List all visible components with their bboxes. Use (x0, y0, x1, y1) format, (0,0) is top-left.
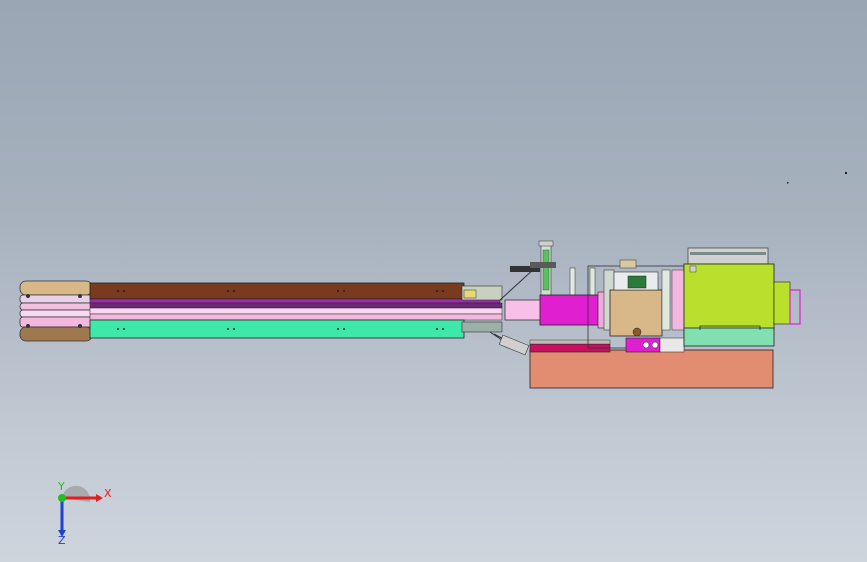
graphics-viewport[interactable]: X Y Z (0, 0, 867, 562)
motor-housing[interactable] (683, 247, 801, 347)
z-axis-label: Z (58, 534, 66, 546)
stray-point (845, 172, 847, 174)
long-rail-assembly[interactable] (89, 282, 503, 339)
y-axis-dot (58, 494, 66, 502)
cad-assembly-model[interactable] (0, 0, 867, 562)
coordinate-triad: X Y Z (48, 480, 118, 547)
y-axis-label: Y (57, 482, 65, 493)
base-plate[interactable] (529, 349, 774, 389)
left-end-cap[interactable] (19, 280, 93, 342)
x-axis-label: X (104, 487, 112, 500)
base-top-strip (529, 339, 611, 345)
stray-point (787, 182, 789, 184)
